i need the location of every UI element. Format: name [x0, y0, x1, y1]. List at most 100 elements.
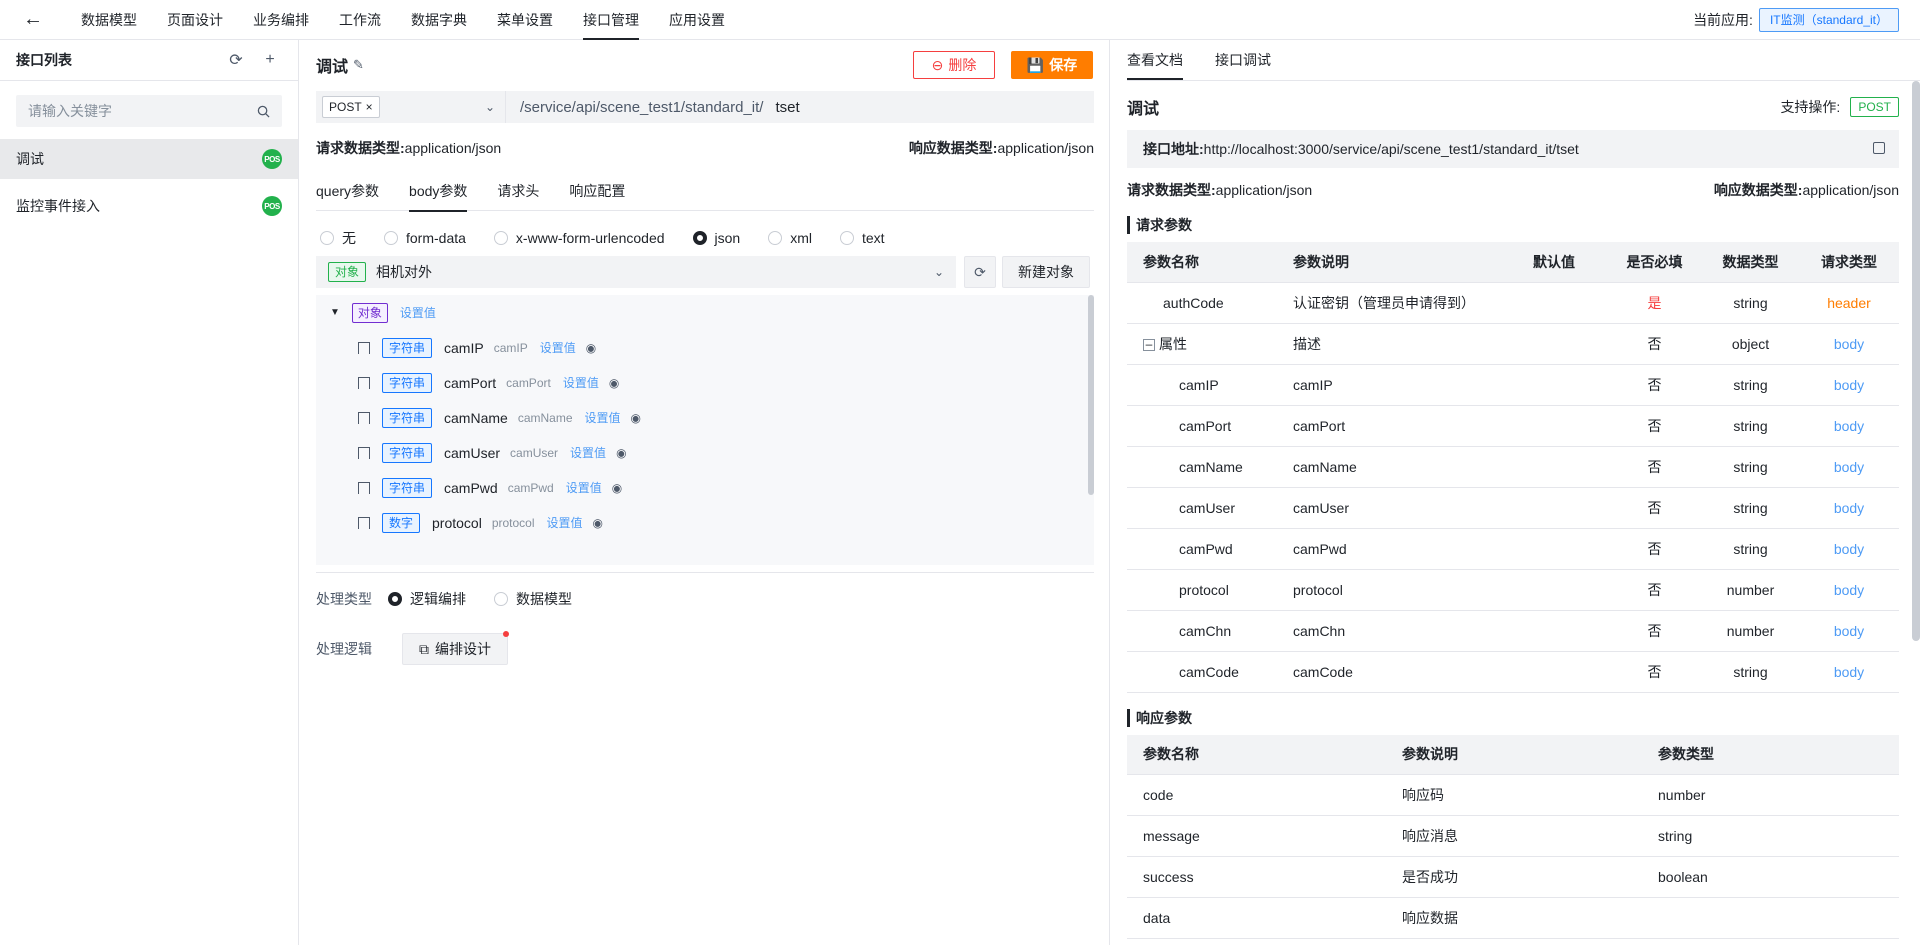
param-type: boolean [1642, 856, 1899, 898]
bookmark-icon[interactable] [358, 411, 370, 424]
eye-icon[interactable]: ◉ [631, 411, 641, 425]
tab-api-management[interactable]: 接口管理 [568, 0, 654, 40]
param-default [1517, 405, 1607, 447]
sidebar-item-monitor-event[interactable]: 监控事件接入 POS [0, 186, 298, 226]
save-button[interactable]: 💾 保存 [1011, 51, 1093, 79]
radio-data-model[interactable]: 数据模型 [494, 589, 572, 609]
tab-menu-settings[interactable]: 菜单设置 [482, 0, 568, 40]
address-value: http://localhost:3000/service/api/scene_… [1203, 141, 1579, 157]
param-desc: protocol [1277, 569, 1517, 611]
notification-dot [503, 631, 509, 637]
bookmark-icon[interactable] [358, 446, 370, 459]
tab-response-config[interactable]: 响应配置 [569, 175, 625, 211]
address-label: 接口地址: [1143, 141, 1204, 157]
scrollbar[interactable] [1088, 295, 1094, 495]
tab-page-design[interactable]: 页面设计 [152, 0, 238, 40]
url-input[interactable]: tset [775, 99, 799, 116]
table-row: camPort camPort 否 string body [1127, 405, 1899, 447]
chevron-down-icon: ⌄ [484, 100, 495, 114]
collapse-icon[interactable]: – [1143, 338, 1155, 351]
bookmark-icon[interactable] [358, 481, 370, 494]
delete-button[interactable]: ⊖ 删除 [913, 51, 995, 79]
plus-icon[interactable]: + [258, 48, 282, 72]
bookmark-icon[interactable] [358, 516, 370, 529]
set-value-link[interactable]: 设置值 [400, 304, 436, 321]
new-object-button[interactable]: 新建对象 [1002, 256, 1090, 288]
param-desc: camIP [1277, 364, 1517, 406]
set-value-link[interactable]: 设置值 [570, 444, 606, 461]
tab-request-headers[interactable]: 请求头 [497, 175, 539, 211]
method-tag: POST × [322, 96, 380, 118]
tree-field: 字符串 camPort camPort 设置值 ◉ [316, 365, 1094, 400]
object-select[interactable]: 对象 相机对外 ⌄ [316, 256, 956, 288]
radio-form-data[interactable]: form-data [384, 230, 466, 246]
tab-business-orchestration[interactable]: 业务编排 [238, 0, 324, 40]
response-type-label: 响应数据类型: [1713, 182, 1803, 198]
bookmark-icon[interactable] [358, 376, 370, 389]
field-type-tag: 字符串 [382, 337, 433, 358]
field-name: camUser [444, 444, 501, 461]
eye-icon[interactable]: ◉ [609, 376, 619, 390]
tab-data-model[interactable]: 数据模型 [66, 0, 152, 40]
eye-icon[interactable]: ◉ [612, 481, 622, 495]
set-value-link[interactable]: 设置值 [566, 479, 602, 496]
search-icon[interactable] [257, 105, 270, 118]
current-app-badge[interactable]: IT监测（standard_it） [1758, 8, 1899, 32]
param-name: camChn [1127, 610, 1277, 652]
sidebar-item-debug[interactable]: 调试 POS [0, 139, 298, 179]
radio-json[interactable]: json [692, 230, 740, 246]
eye-icon[interactable]: ◉ [586, 341, 596, 355]
param-name: camUser [1127, 487, 1277, 529]
bookmark-icon[interactable] [358, 341, 370, 354]
method-select[interactable]: POST × ⌄ [316, 91, 506, 123]
tab-api-debug[interactable]: 接口调试 [1215, 40, 1271, 80]
radio-text[interactable]: text [839, 230, 885, 246]
request-type-label: 请求数据类型: [1127, 182, 1216, 198]
radio-xml[interactable]: xml [768, 230, 812, 246]
field-name: protocol [432, 514, 482, 531]
param-req-type: header [1799, 282, 1899, 324]
radio-logic-orchestration[interactable]: 逻辑编排 [388, 589, 466, 609]
radio-dot [493, 231, 508, 245]
tab-data-dictionary[interactable]: 数据字典 [396, 0, 482, 40]
search-input[interactable] [28, 103, 257, 119]
tree-field: 字符串 camName camName 设置值 ◉ [316, 400, 1094, 435]
param-req-type: body [1799, 323, 1899, 365]
col-header: 参数说明 [1386, 734, 1642, 775]
caret-down-icon[interactable]: ▼ [330, 307, 340, 318]
refresh-icon[interactable]: ⟳ [224, 48, 248, 72]
tab-app-settings[interactable]: 应用设置 [654, 0, 740, 40]
radio-none[interactable]: 无 [320, 228, 356, 248]
field-type-tag: 数字 [382, 512, 421, 533]
radio-label: 逻辑编排 [410, 591, 466, 607]
set-value-link[interactable]: 设置值 [585, 409, 621, 426]
param-req-type: body [1799, 651, 1899, 693]
eye-icon[interactable]: ◉ [616, 446, 626, 460]
close-icon[interactable]: × [366, 100, 373, 114]
radio-urlencoded[interactable]: x-www-form-urlencoded [493, 230, 665, 246]
radio-dot [388, 592, 402, 606]
chevron-down-icon: ⌄ [933, 265, 944, 279]
tab-body-params[interactable]: body参数 [409, 175, 468, 212]
tab-workflow[interactable]: 工作流 [324, 0, 396, 40]
search-box [16, 95, 282, 127]
param-desc: camName [1277, 446, 1517, 488]
radio-dot [384, 231, 398, 245]
set-value-link[interactable]: 设置值 [563, 374, 599, 391]
field-name: camIP [444, 339, 484, 356]
scrollbar[interactable] [1912, 81, 1920, 641]
eye-icon[interactable]: ◉ [593, 516, 603, 530]
back-button[interactable]: ← [0, 0, 66, 40]
tab-query-params[interactable]: query参数 [316, 175, 379, 211]
orchestration-design-button[interactable]: ⧉ 编排设计 [402, 631, 509, 665]
param-default [1517, 282, 1607, 324]
pencil-icon[interactable]: ✎ [353, 57, 364, 73]
refresh-object-button[interactable]: ⟳ [964, 256, 996, 288]
param-desc: 响应消息 [1386, 815, 1642, 857]
set-value-link[interactable]: 设置值 [540, 339, 576, 356]
param-required: 否 [1607, 651, 1702, 693]
field-desc: camIP [493, 340, 528, 355]
set-value-link[interactable]: 设置值 [547, 514, 583, 531]
tab-view-doc[interactable]: 查看文档 [1127, 40, 1183, 80]
copy-icon[interactable] [1873, 142, 1885, 154]
